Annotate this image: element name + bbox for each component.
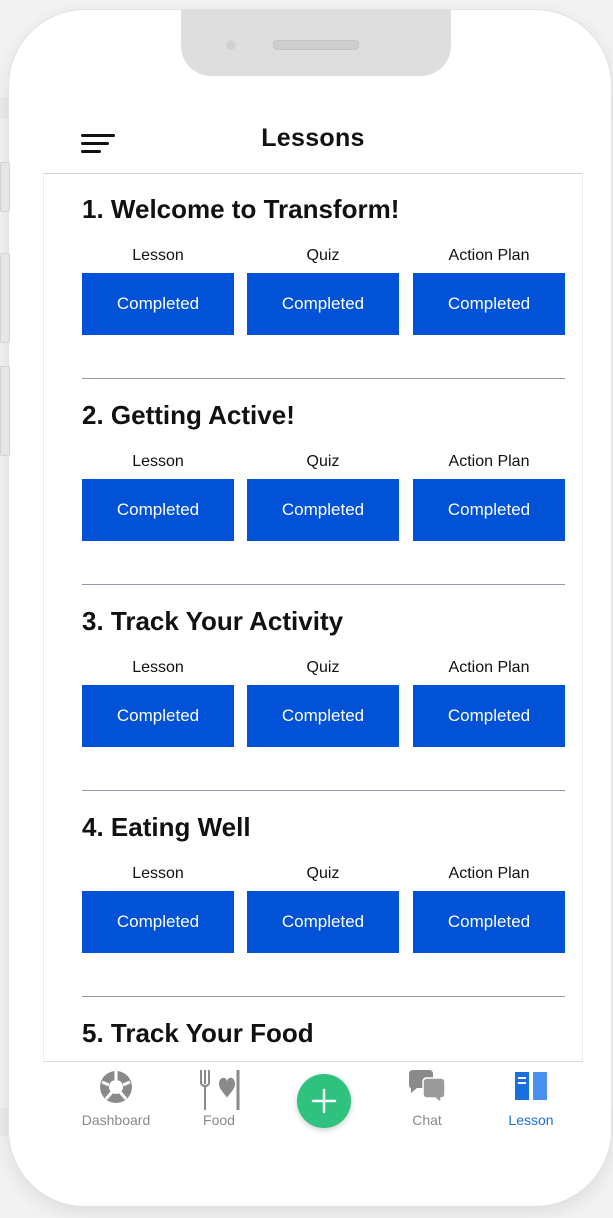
column-label-quiz: Quiz (306, 247, 340, 264)
lesson-title: 3. Track Your Activity (82, 606, 344, 636)
add-button[interactable] (297, 1074, 351, 1128)
lesson-book-icon (515, 1072, 547, 1100)
action-plan-status-button[interactable]: Completed (413, 479, 565, 541)
lesson-status-button[interactable]: Completed (82, 685, 234, 747)
lessons-list[interactable]: 1. Welcome to Transform! Lesson Quiz Act… (43, 174, 583, 1060)
column-label-quiz: Quiz (306, 659, 340, 676)
phone-side-button (0, 162, 10, 212)
lesson-section: 1. Welcome to Transform! Lesson Quiz Act… (82, 194, 565, 335)
tab-label: Food (203, 1112, 235, 1128)
lesson-title: 4. Eating Well (82, 812, 251, 842)
lesson-title: 2. Getting Active! (82, 400, 295, 430)
lesson-title: 5. Track Your Food (82, 1018, 314, 1048)
chat-icon (409, 1070, 446, 1104)
column-label-quiz: Quiz (306, 865, 340, 882)
tab-label: Chat (412, 1112, 442, 1128)
column-label-lesson: Lesson (132, 659, 184, 676)
lesson-section: 3. Track Your Activity Lesson Quiz Actio… (82, 606, 565, 747)
lesson-status-button[interactable]: Completed (82, 273, 234, 335)
tab-lesson[interactable]: Lesson (486, 1062, 576, 1142)
column-label-action-plan: Action Plan (448, 865, 530, 882)
quiz-status-button[interactable]: Completed (247, 685, 399, 747)
phone-frame: Lessons 1. Welcome to Transform! Lesson … (0, 10, 611, 1206)
bottom-tab-bar: Dashboard Food Chat Lesson (43, 1061, 583, 1174)
earpiece-speaker (273, 40, 359, 50)
dashboard-icon (100, 1071, 132, 1103)
lesson-status-button[interactable]: Completed (82, 479, 234, 541)
quiz-status-button[interactable]: Completed (247, 479, 399, 541)
column-label-action-plan: Action Plan (448, 247, 530, 264)
app-screen: Lessons 1. Welcome to Transform! Lesson … (43, 44, 583, 1174)
food-icon (200, 1070, 240, 1110)
phone-volume-down-button (0, 366, 10, 456)
lesson-section: 4. Eating Well Lesson Quiz Action Plan C… (82, 812, 565, 953)
quiz-status-button[interactable]: Completed (247, 891, 399, 953)
column-label-lesson: Lesson (132, 453, 184, 470)
action-plan-status-button[interactable]: Completed (413, 273, 565, 335)
column-label-action-plan: Action Plan (448, 659, 530, 676)
tab-chat[interactable]: Chat (382, 1062, 472, 1142)
tab-food[interactable]: Food (174, 1062, 264, 1142)
lesson-section: 2. Getting Active! Lesson Quiz Action Pl… (82, 400, 565, 541)
column-label-lesson: Lesson (132, 865, 184, 882)
tab-label: Dashboard (81, 1112, 151, 1128)
column-label-action-plan: Action Plan (448, 453, 530, 470)
section-divider (82, 378, 565, 379)
section-divider (82, 584, 565, 585)
tab-dashboard[interactable]: Dashboard (71, 1062, 161, 1142)
action-plan-status-button[interactable]: Completed (413, 891, 565, 953)
front-camera (226, 40, 236, 50)
column-label-quiz: Quiz (306, 453, 340, 470)
phone-volume-up-button (0, 253, 10, 343)
column-label-lesson: Lesson (132, 247, 184, 264)
lesson-section: 5. Track Your Food (82, 1018, 565, 1048)
plus-icon (311, 1088, 337, 1114)
lesson-status-button[interactable]: Completed (82, 891, 234, 953)
action-plan-status-button[interactable]: Completed (413, 685, 565, 747)
lesson-title: 1. Welcome to Transform! (82, 194, 400, 224)
section-divider (82, 790, 565, 791)
page-title: Lessons (261, 124, 365, 152)
tab-label: Lesson (508, 1112, 554, 1128)
phone-notch (181, 10, 451, 76)
quiz-status-button[interactable]: Completed (247, 273, 399, 335)
section-divider (82, 996, 565, 997)
